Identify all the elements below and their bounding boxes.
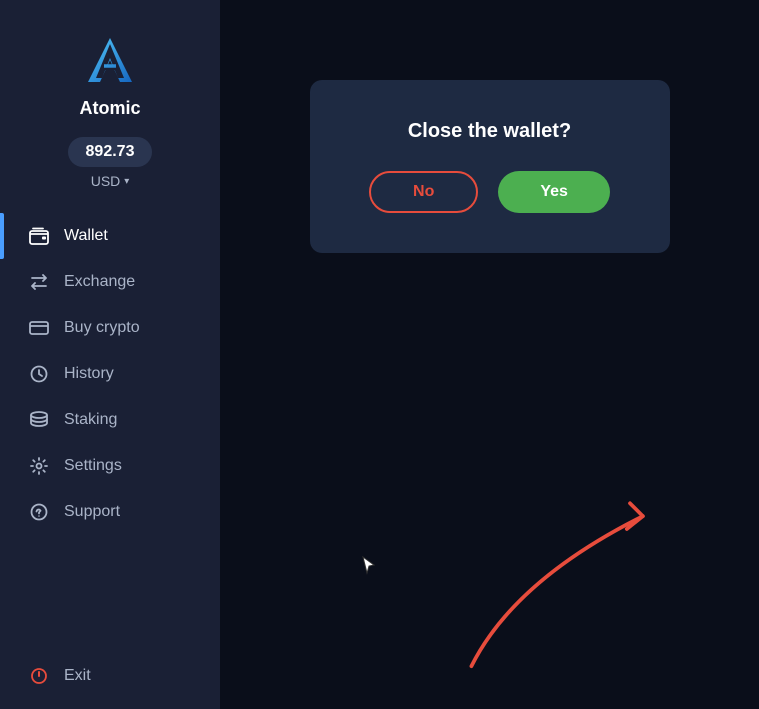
sidebar-item-label-history: History — [64, 365, 114, 383]
settings-icon — [28, 457, 50, 475]
sidebar-bottom: Exit — [0, 653, 220, 709]
atomic-logo — [80, 30, 140, 90]
sidebar-item-buy-crypto[interactable]: Buy crypto — [0, 305, 220, 351]
exit-icon — [28, 667, 50, 685]
sidebar: Atomic 892.73 USD ▾ Wallet Exchange Buy … — [0, 0, 220, 709]
yes-button[interactable]: Yes — [498, 171, 610, 213]
sidebar-item-label-settings: Settings — [64, 457, 122, 475]
app-name: Atomic — [79, 98, 140, 119]
sidebar-item-staking[interactable]: Staking — [0, 397, 220, 443]
buy-crypto-icon — [28, 320, 50, 336]
balance-display: 892.73 — [68, 137, 153, 167]
sidebar-item-support[interactable]: Support — [0, 489, 220, 535]
sidebar-item-wallet[interactable]: Wallet — [0, 213, 220, 259]
sidebar-item-settings[interactable]: Settings — [0, 443, 220, 489]
dialog-buttons: No Yes — [360, 171, 620, 213]
sidebar-item-label-exchange: Exchange — [64, 273, 135, 291]
sidebar-item-exit[interactable]: Exit — [0, 653, 220, 699]
close-wallet-dialog: Close the wallet? No Yes — [310, 80, 670, 253]
dialog-overlay: Close the wallet? No Yes — [220, 0, 759, 709]
main-content: Close the wallet? No Yes — [220, 0, 759, 709]
staking-icon — [28, 411, 50, 429]
sidebar-item-label-staking: Staking — [64, 411, 117, 429]
sidebar-item-exchange[interactable]: Exchange — [0, 259, 220, 305]
sidebar-item-history[interactable]: History — [0, 351, 220, 397]
history-icon — [28, 365, 50, 383]
sidebar-item-label-exit: Exit — [64, 667, 91, 685]
currency-label: USD — [91, 173, 121, 189]
sidebar-item-label-wallet: Wallet — [64, 227, 108, 245]
logo-container: Atomic — [79, 30, 140, 119]
exchange-icon — [28, 274, 50, 290]
chevron-down-icon: ▾ — [124, 176, 129, 187]
currency-selector[interactable]: USD ▾ — [91, 173, 130, 189]
sidebar-item-label-support: Support — [64, 503, 120, 521]
support-icon — [28, 503, 50, 521]
no-button[interactable]: No — [369, 171, 478, 213]
wallet-icon — [28, 227, 50, 245]
dialog-title: Close the wallet? — [408, 120, 571, 143]
sidebar-item-label-buy-crypto: Buy crypto — [64, 319, 140, 337]
nav-items: Wallet Exchange Buy crypto History Staki — [0, 213, 220, 535]
